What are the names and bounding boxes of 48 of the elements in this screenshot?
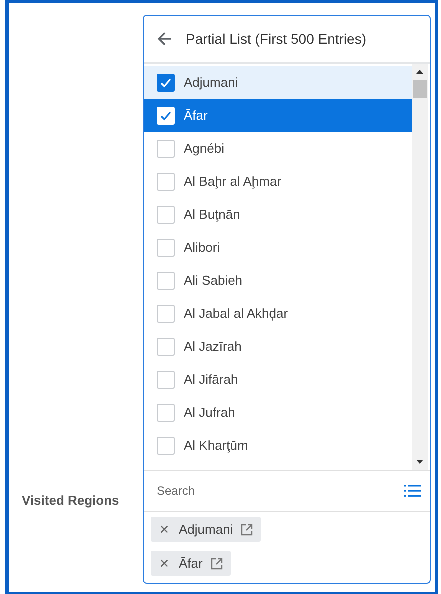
checkbox[interactable] xyxy=(157,272,175,290)
search-field[interactable]: Search xyxy=(157,484,404,498)
option-label: Al Jabal al Akhḑar xyxy=(184,306,288,321)
close-icon[interactable] xyxy=(160,525,169,534)
chip-label: Āfar xyxy=(179,556,203,571)
field-label: Visited Regions xyxy=(22,493,120,508)
option-label: Agnébi xyxy=(184,141,224,156)
list-option[interactable]: Āfar xyxy=(144,99,412,132)
option-label: Al Baḩr al Aḩmar xyxy=(184,174,282,189)
list-option[interactable]: Al Buţnān xyxy=(144,198,412,231)
option-label: Ali Sabieh xyxy=(184,273,243,288)
checkbox[interactable] xyxy=(157,370,175,388)
checkbox[interactable] xyxy=(157,140,175,158)
list-option[interactable]: Al Jufrah xyxy=(144,396,412,429)
option-label: Al Buţnān xyxy=(184,207,240,222)
list-option[interactable]: Adjumani xyxy=(144,66,412,99)
external-link-icon[interactable] xyxy=(210,558,223,570)
option-label: Al Jifārah xyxy=(184,372,238,387)
checkbox[interactable] xyxy=(157,304,175,322)
scrollbar-thumb[interactable] xyxy=(413,80,427,98)
option-label: Adjumani xyxy=(184,75,238,90)
checkbox[interactable] xyxy=(157,436,175,454)
checkbox[interactable] xyxy=(157,238,175,256)
list-option[interactable]: Agnébi xyxy=(144,132,412,165)
list-option[interactable]: Al Jabal al Akhḑar xyxy=(144,297,412,330)
checkbox[interactable] xyxy=(157,404,175,422)
option-label: Al Kharţūm xyxy=(184,438,248,453)
checkbox[interactable] xyxy=(157,74,175,92)
option-label: Al Jazīrah xyxy=(184,339,242,354)
list-option[interactable]: Ali Sabieh xyxy=(144,264,412,297)
dropdown-title: Partial List (First 500 Entries) xyxy=(186,31,366,47)
checkbox[interactable] xyxy=(157,206,175,224)
external-link-icon[interactable] xyxy=(241,524,254,536)
list-option[interactable]: Al Jifārah xyxy=(144,363,412,396)
scrollbar[interactable] xyxy=(412,64,428,470)
chip-label: Adjumani xyxy=(179,522,234,537)
list-option[interactable]: Al Jazīrah xyxy=(144,330,412,363)
option-label: Āfar xyxy=(184,108,208,123)
option-label: Alibori xyxy=(184,240,220,255)
checkbox[interactable] xyxy=(157,338,175,356)
checkbox[interactable] xyxy=(157,172,175,190)
list-option[interactable]: Alibori xyxy=(144,231,412,264)
close-icon[interactable] xyxy=(160,559,169,568)
back-arrow-icon[interactable] xyxy=(156,30,174,48)
option-label: Al Jufrah xyxy=(184,405,236,420)
list-icon[interactable] xyxy=(404,484,421,498)
list-option[interactable]: Al Baḩr al Aḩmar xyxy=(144,165,412,198)
list-option[interactable]: Al Kharţūm xyxy=(144,429,412,462)
